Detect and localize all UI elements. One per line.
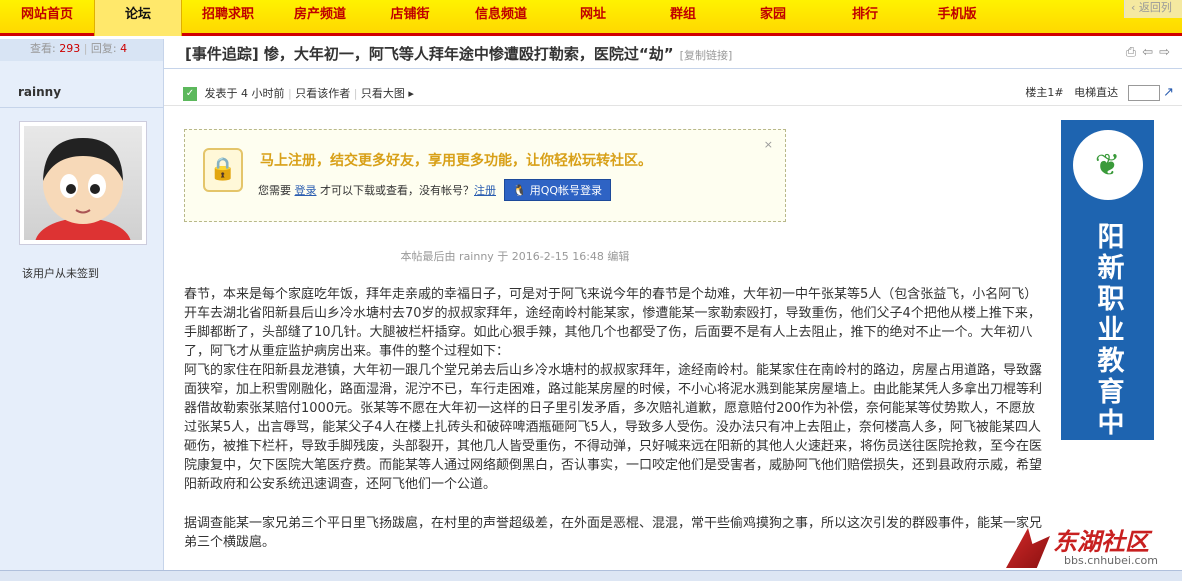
cartoon-face-icon: [35, 138, 131, 240]
post-content: 春节，本来是每个家庭吃年饭，拜年走亲戚的幸福日子，可是对于阿飞来说今年的春节是个…: [184, 285, 1046, 552]
large-image-link[interactable]: 只看大图: [361, 87, 405, 100]
play-arrow-icon: ▸: [408, 87, 414, 100]
login-need-text: 您需要: [258, 184, 291, 197]
nav-forum[interactable]: 论坛: [94, 0, 182, 36]
signin-status: 该用户从未签到: [22, 267, 99, 280]
divider: [0, 107, 164, 108]
post-time: 发表于 4 小时前: [204, 87, 285, 100]
thread-tools: ⎙⇦⇨: [1126, 45, 1176, 60]
login-headline: 马上注册，结交更多好友，享用更多功能，让你轻松玩转社区。: [260, 153, 652, 169]
prev-thread-icon[interactable]: ⇦: [1142, 45, 1159, 60]
copy-link-button[interactable]: [复制链接]: [680, 49, 733, 62]
next-thread-icon[interactable]: ⇨: [1159, 45, 1176, 60]
school-logo-icon: ❦: [1072, 130, 1143, 200]
nav-home-space[interactable]: 家园: [728, 0, 818, 36]
close-icon[interactable]: ×: [764, 138, 773, 151]
replies-label: 回复:: [90, 42, 117, 55]
print-icon[interactable]: ⎙: [1126, 45, 1142, 60]
floor-jump-input[interactable]: [1127, 85, 1160, 101]
author-name[interactable]: rainny: [18, 85, 61, 99]
nav-info[interactable]: 信息频道: [454, 0, 548, 36]
back-button[interactable]: ‹ 返回列: [1124, 0, 1182, 18]
login-link[interactable]: 登录: [295, 184, 317, 197]
post-paragraph: 阿飞的家住在阳新县龙港镇，大年初一跟几个堂兄弟去后山乡冷水塘村的叔叔家拜年，途经…: [184, 363, 1043, 492]
nav-links[interactable]: 网址: [548, 0, 638, 36]
back-label: 返回列: [1138, 1, 1172, 14]
post-meta-bar: ✓ 发表于 4 小时前 | 只看该作者 | 只看大图 ▸ 楼主1# 电梯直达 ↗: [164, 78, 1182, 106]
jump-go-icon[interactable]: ↗: [1163, 85, 1174, 100]
login-prompt-box: 🔒 马上注册，结交更多好友，享用更多功能，让你轻松玩转社区。 您需要 登录 才可…: [184, 129, 786, 222]
qq-login-button[interactable]: 🐧 用QQ帐号登录: [503, 179, 612, 201]
watermark-url: bbs.cnhubei.com: [1064, 554, 1158, 567]
views-label: 查看:: [30, 42, 56, 55]
watermark-brand: 东湖社区: [1053, 528, 1149, 556]
ad-text: 阳新职业教育中心: [1092, 222, 1124, 470]
thread-title-text: [事件追踪] 惨，大年初一，阿飞等人拜年途中惨遭殴打勒索，医院过“劫”: [185, 45, 674, 63]
views-count: 293: [59, 42, 81, 55]
only-author-link[interactable]: 只看该作者: [295, 87, 350, 100]
nav-shops[interactable]: 店铺街: [366, 0, 454, 36]
floor-jump-label: 电梯直达: [1074, 86, 1119, 99]
nav-housing[interactable]: 房产频道: [274, 0, 366, 36]
floor-number: 楼主1#: [1025, 86, 1064, 99]
bottom-toolbar: [0, 570, 1182, 581]
qq-login-label: 用QQ帐号登录: [529, 184, 603, 197]
top-navigation: 网站首页 论坛 招聘求职 房产频道 店铺街 信息频道 网址 群组 家园 排行 手…: [0, 0, 1182, 36]
register-link[interactable]: 注册: [474, 184, 496, 197]
nav-mobile[interactable]: 手机版: [912, 0, 1002, 36]
floor-controls: 楼主1# 电梯直达 ↗: [1025, 84, 1174, 101]
nav-jobs[interactable]: 招聘求职: [182, 0, 274, 36]
thread-title: [事件追踪] 惨，大年初一，阿飞等人拜年途中惨遭殴打勒索，医院过“劫” [复制链接…: [185, 43, 732, 64]
qq-icon: 🐧: [512, 184, 527, 197]
post-paragraph: 春节，本来是每个家庭吃年饭，拜年走亲戚的幸福日子，可是对于阿飞来说今年的春节是个…: [184, 287, 1041, 359]
login-then-text: 才可以下载或查看，没有帐号？: [320, 184, 474, 197]
nav-ranking[interactable]: 排行: [818, 0, 912, 36]
nav-groups[interactable]: 群组: [638, 0, 728, 36]
edit-note: 本帖最后由 rainny 于 2016-2-15 16:48 编辑: [400, 250, 630, 263]
replies-count: 4: [120, 42, 128, 55]
login-line: 您需要 登录 才可以下载或查看，没有帐号？注册 🐧 用QQ帐号登录: [258, 179, 612, 201]
thread-stats: 查看: 293 | 回复: 4: [0, 39, 163, 61]
post-paragraph: 据调查能某一家兄弟三个平日里飞扬跋扈，在村里的声誉超级差，在外面是恶棍、混混，常…: [184, 516, 1043, 550]
author-sidebar: 查看: 293 | 回复: 4 rainny 该用户从未签到: [0, 39, 164, 581]
flag-logo-icon: [1006, 528, 1050, 568]
side-advertisement[interactable]: ❦ 阳新职业教育中心: [1061, 120, 1154, 470]
nav-home[interactable]: 网站首页: [0, 0, 94, 36]
lock-icon: 🔒: [203, 148, 243, 192]
thread-title-bar: [事件追踪] 惨，大年初一，阿飞等人拜年途中惨遭殴打勒索，医院过“劫” [复制链接…: [164, 39, 1182, 69]
online-status-icon: ✓: [183, 87, 197, 101]
avatar[interactable]: [19, 121, 147, 245]
post-meta: ✓ 发表于 4 小时前 | 只看该作者 | 只看大图 ▸: [183, 85, 414, 101]
